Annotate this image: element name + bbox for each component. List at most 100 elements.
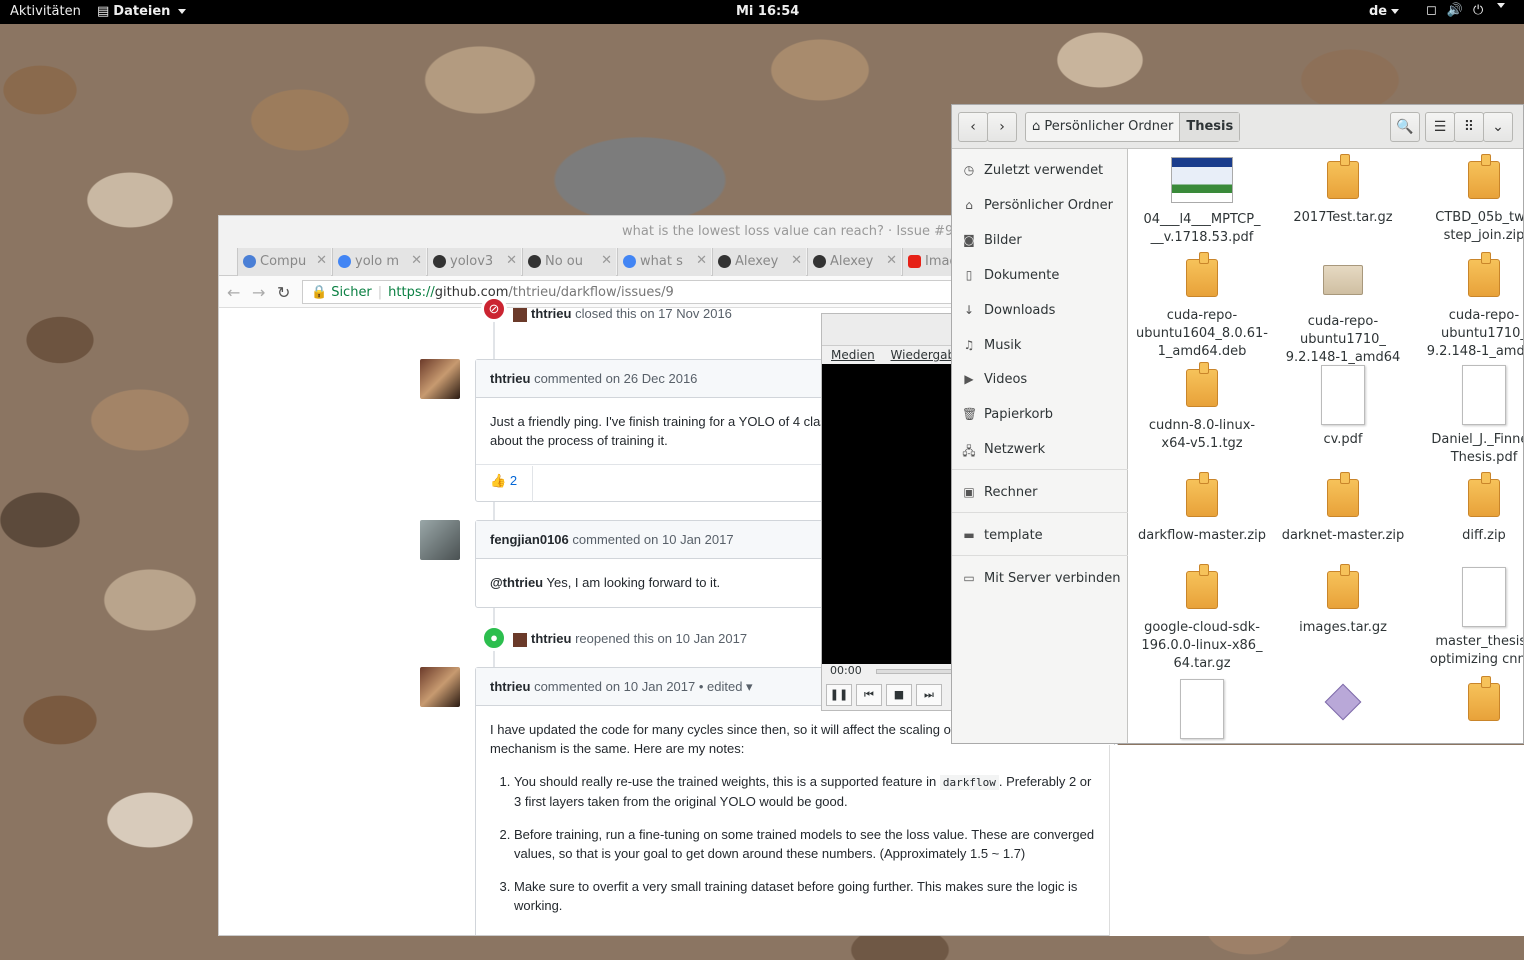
close-icon: ✕ bbox=[696, 253, 707, 268]
sidebar-item-videos[interactable]: ▶ Videos bbox=[952, 363, 1128, 395]
pdf-icon bbox=[1180, 679, 1224, 741]
browser-tab[interactable]: No ou ✕ bbox=[522, 248, 616, 276]
sidebar-item-recent[interactable]: ◷ Zuletzt verwendet bbox=[952, 154, 1128, 186]
file-item[interactable]: master_thesis_ optimizing cnn.p bbox=[1414, 567, 1523, 669]
file-item[interactable]: Daniel_J._Finneg Thesis.pdf bbox=[1414, 365, 1523, 467]
breadcrumb-current[interactable]: Thesis bbox=[1179, 113, 1240, 141]
event-user[interactable]: thtrieu bbox=[531, 631, 571, 646]
sidebar-item-trash[interactable]: 🗑 Papierkorb bbox=[952, 398, 1128, 430]
browser-tab[interactable]: what s ✕ bbox=[617, 248, 711, 276]
file-icon bbox=[1321, 683, 1365, 733]
breadcrumb-home[interactable]: ⌂ Persönlicher Ordner bbox=[1026, 113, 1179, 141]
file-item[interactable] bbox=[1132, 679, 1272, 743]
sidebar-item-network[interactable]: 🖧 Netzwerk bbox=[952, 433, 1128, 465]
sidebar-item-connect-server[interactable]: ▭ Mit Server verbinden bbox=[952, 562, 1128, 594]
avatar[interactable] bbox=[420, 667, 460, 707]
avatar[interactable] bbox=[420, 359, 460, 399]
code-snippet: darkflow bbox=[939, 775, 999, 790]
browser-tab[interactable]: Alexey ✕ bbox=[807, 248, 901, 276]
close-icon: ✕ bbox=[411, 253, 422, 268]
file-name: darkflow-master.zip bbox=[1137, 528, 1267, 543]
forward-icon[interactable]: → bbox=[252, 283, 265, 302]
close-icon: ✕ bbox=[886, 253, 897, 268]
browser-tab[interactable]: Alexey ✕ bbox=[712, 248, 806, 276]
file-name: Daniel_J._Finneg Thesis.pdf bbox=[1431, 432, 1523, 465]
back-button[interactable]: ‹ bbox=[958, 112, 988, 142]
sidebar-item-downloads[interactable]: ↓ Downloads bbox=[952, 294, 1128, 326]
reopened-icon: ● bbox=[481, 625, 507, 651]
search-button[interactable]: 🔍 bbox=[1390, 112, 1420, 142]
file-item[interactable]: cuda-repo- ubuntu1710_ 9.2.148-1_amd64 bbox=[1273, 255, 1413, 367]
file-item[interactable]: images.tar.gz bbox=[1273, 564, 1413, 637]
view-menu-button[interactable]: ⌄ bbox=[1483, 112, 1513, 142]
comment-meta[interactable]: commented on 10 Jan 2017 • edited ▾ bbox=[534, 679, 753, 694]
comment-author[interactable]: fengjian0106 bbox=[490, 532, 569, 547]
forward-button[interactable]: › bbox=[987, 112, 1017, 142]
stop-button[interactable]: ■ bbox=[886, 684, 912, 706]
file-name: images.tar.gz bbox=[1299, 620, 1387, 635]
sidebar-item-pictures[interactable]: ◙ Bilder bbox=[952, 224, 1128, 256]
list-icon: ☰ bbox=[1433, 119, 1447, 135]
pause-button[interactable]: ❚❚ bbox=[826, 684, 852, 706]
browser-tab[interactable]: yolo m ✕ bbox=[332, 248, 426, 276]
file-item[interactable]: cuda-repo- ubuntu1710_ 9.2.148-1_amd64 bbox=[1414, 252, 1523, 361]
comment-author[interactable]: thtrieu bbox=[490, 371, 530, 386]
file-item[interactable] bbox=[1273, 679, 1413, 737]
home-icon: ⌂ bbox=[965, 198, 973, 212]
file-item[interactable]: 2017Test.tar.gz bbox=[1273, 154, 1413, 227]
file-manager-window: ‹ › ⌂ Persönlicher Ordner Thesis 🔍 ☰ ⠿ ⌄… bbox=[951, 104, 1524, 744]
file-item[interactable]: google-cloud-sdk- 196.0.0-linux-x86_ 64.… bbox=[1132, 564, 1272, 673]
file-item[interactable]: darknet-master.zip bbox=[1273, 472, 1413, 545]
player-menubar: Medien Wiedergabe bbox=[822, 346, 963, 364]
file-item[interactable]: cuda-repo- ubuntu1604_8.0.61- 1_amd64.de… bbox=[1132, 252, 1272, 361]
menu-media[interactable]: Medien bbox=[831, 348, 875, 362]
app-menu[interactable]: ▤ Dateien bbox=[97, 4, 187, 19]
clock[interactable]: Mi 16:54 bbox=[736, 4, 799, 19]
file-item[interactable]: cudnn-8.0-linux- x64-v5.1.tgz bbox=[1132, 362, 1272, 453]
sidebar-item-music[interactable]: ♫ Musik bbox=[952, 329, 1128, 361]
file-item[interactable]: 04___l4___MPTCP_ __v.1718.53.pdf bbox=[1132, 157, 1272, 247]
video-area[interactable] bbox=[822, 364, 955, 664]
avatar bbox=[513, 632, 527, 647]
list-view-button[interactable]: ☰ bbox=[1425, 112, 1455, 142]
avatar[interactable] bbox=[420, 520, 460, 560]
server-icon: ▭ bbox=[963, 571, 975, 585]
top-bar: Aktivitäten ▤ Dateien Mi 16:54 de ◻ 🔊 ⏻ bbox=[0, 0, 1524, 24]
browser-tab[interactable]: yolov3 ✕ bbox=[427, 248, 521, 276]
sidebar-item-computer[interactable]: ▣ Rechner bbox=[952, 476, 1128, 508]
back-icon[interactable]: ← bbox=[227, 283, 240, 302]
security-label: Sicher bbox=[331, 285, 372, 300]
previous-button[interactable]: ⏮ bbox=[856, 684, 882, 706]
next-button[interactable]: ⏭ bbox=[916, 684, 942, 706]
file-item[interactable]: diff.zip bbox=[1414, 472, 1523, 545]
file-item[interactable]: cv.pdf bbox=[1273, 365, 1413, 449]
event-text: closed this on 17 Nov 2016 bbox=[575, 306, 732, 321]
activities-button[interactable]: Aktivitäten bbox=[10, 4, 81, 19]
download-icon: ↓ bbox=[963, 303, 975, 317]
archive-icon bbox=[1180, 252, 1224, 303]
reload-icon[interactable]: ↻ bbox=[277, 283, 290, 302]
file-item[interactable]: CTBD_05b_two step_join.zip bbox=[1414, 154, 1523, 245]
file-grid: 04___l4___MPTCP_ __v.1718.53.pdf 2017Test… bbox=[1128, 149, 1523, 743]
comment-author[interactable]: thtrieu bbox=[490, 679, 530, 694]
sidebar-item-template[interactable]: ▬ template bbox=[952, 519, 1128, 551]
language-indicator[interactable]: de bbox=[1369, 4, 1400, 19]
close-icon: ✕ bbox=[601, 253, 612, 268]
system-tray[interactable]: ◻ 🔊 ⏻ bbox=[1426, 3, 1506, 18]
file-item[interactable]: darkflow-master.zip bbox=[1132, 472, 1272, 545]
folder-icon bbox=[1321, 265, 1365, 309]
mention-link[interactable]: @thtrieu bbox=[490, 575, 543, 590]
comment-meta: commented on 10 Jan 2017 bbox=[572, 532, 734, 547]
notes-list: You should really re-use the trained wei… bbox=[490, 772, 1100, 915]
browser-tab[interactable]: Compu ✕ bbox=[237, 248, 331, 276]
sidebar-item-documents[interactable]: ▯ Dokumente bbox=[952, 259, 1128, 291]
grid-view-button[interactable]: ⠿ bbox=[1454, 112, 1484, 142]
file-item[interactable] bbox=[1414, 676, 1523, 731]
sidebar-item-home[interactable]: ⌂ Persönlicher Ordner bbox=[952, 189, 1128, 221]
seek-slider[interactable] bbox=[876, 669, 956, 674]
event-user[interactable]: thtrieu bbox=[531, 306, 571, 321]
player-titlebar[interactable] bbox=[822, 314, 955, 346]
archive-icon bbox=[1462, 154, 1506, 205]
file-name: 04___l4___MPTCP_ __v.1718.53.pdf bbox=[1143, 212, 1261, 245]
event-text: reopened this on 10 Jan 2017 bbox=[575, 631, 748, 646]
